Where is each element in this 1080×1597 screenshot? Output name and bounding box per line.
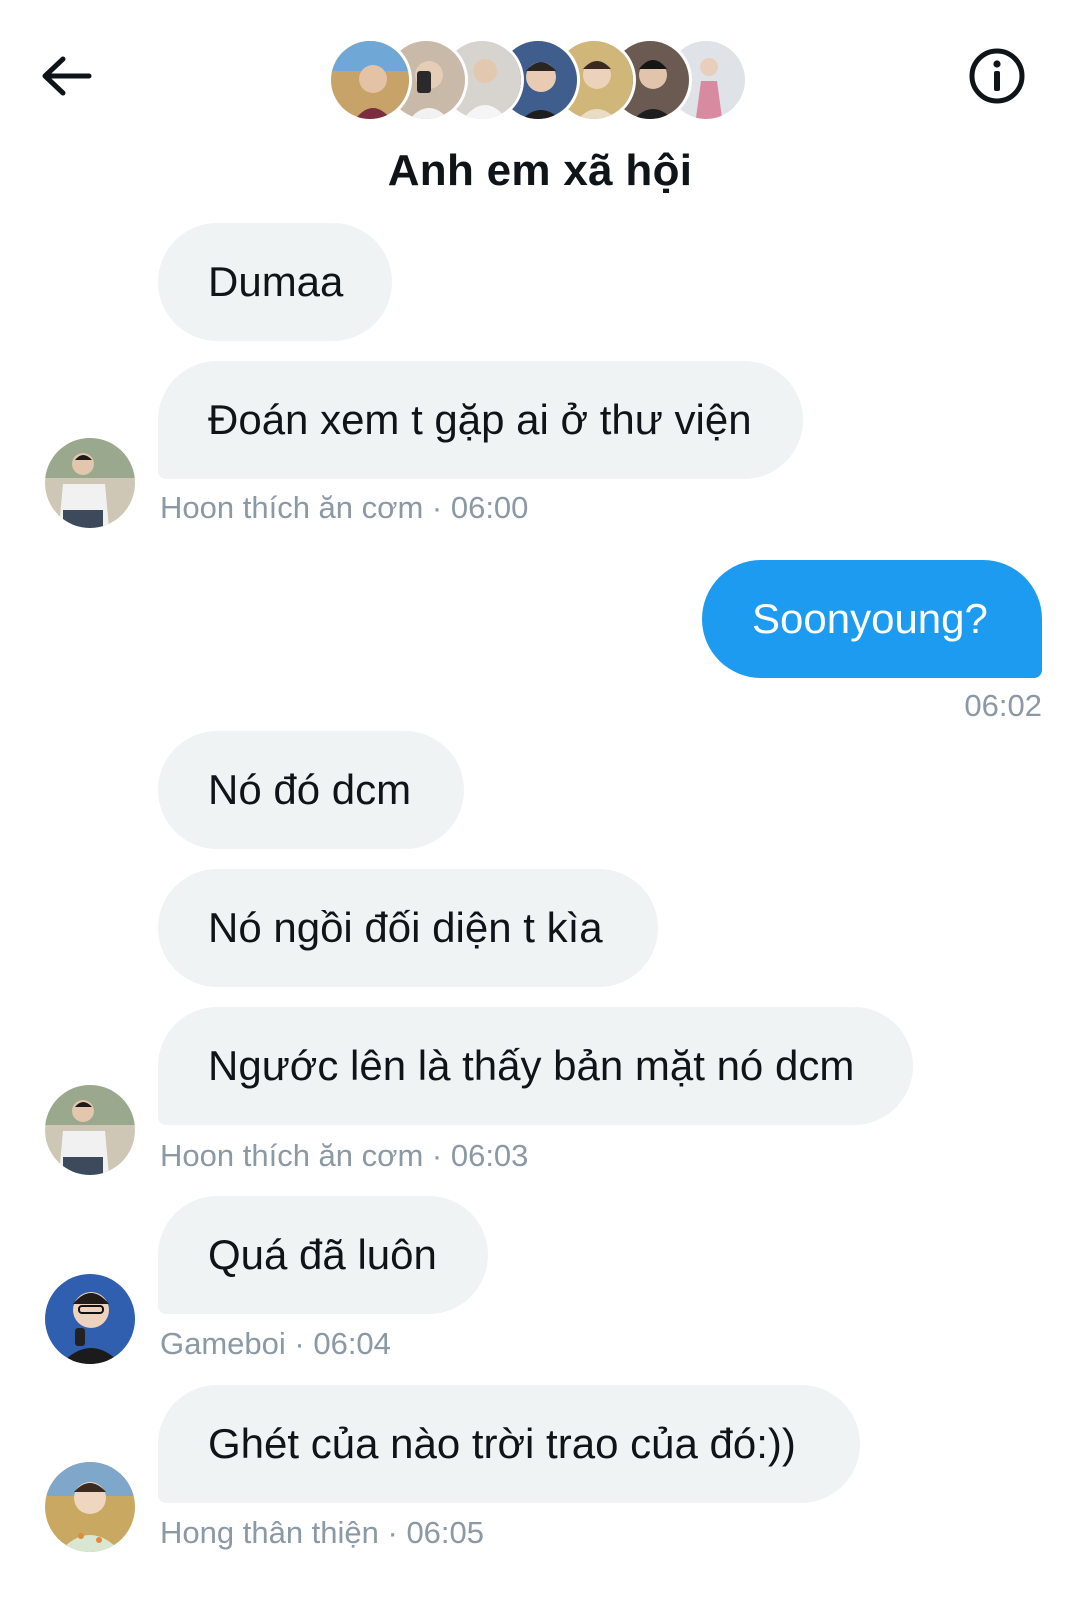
info-circle-icon [969,48,1025,104]
incoming-message-bubble[interactable]: Nó ngồi đối diện t kìa [158,869,658,987]
sender-avatar[interactable] [45,1085,135,1175]
group-avatar-stack[interactable] [328,38,768,124]
incoming-message-bubble[interactable]: Dumaa [158,223,392,341]
sender-avatar[interactable] [45,1274,135,1364]
incoming-message-bubble[interactable]: Nó đó dcm [158,731,464,849]
message-timestamp: 06:02 [964,688,1042,723]
incoming-message-bubble[interactable]: Ghét của nào trời trao của đó:)) [158,1385,860,1503]
message-meta: Hoon thích ăn cơm · 06:03 [160,1138,529,1173]
sender-avatar[interactable] [45,438,135,528]
member-avatar [328,38,412,122]
incoming-message-bubble[interactable]: Ngước lên là thấy bản mặt nó dcm [158,1007,913,1125]
conversation-info-button[interactable] [967,46,1027,106]
conversation-header: Anh em xã hội [0,0,1080,210]
message-meta: Hong thân thiện · 06:05 [160,1515,485,1550]
outgoing-message-bubble[interactable]: Soonyoung? [702,560,1042,678]
arrow-left-icon [42,56,92,96]
sender-avatar[interactable] [45,1462,135,1552]
message-meta: Hoon thích ăn cơm · 06:00 [160,490,529,525]
incoming-message-bubble[interactable]: Đoán xem t gặp ai ở thư viện [158,361,803,479]
back-button[interactable] [36,50,96,102]
message-meta: Gameboi · 06:04 [160,1326,391,1361]
incoming-message-bubble[interactable]: Quá đã luôn [158,1196,488,1314]
group-title: Anh em xã hội [387,146,693,195]
